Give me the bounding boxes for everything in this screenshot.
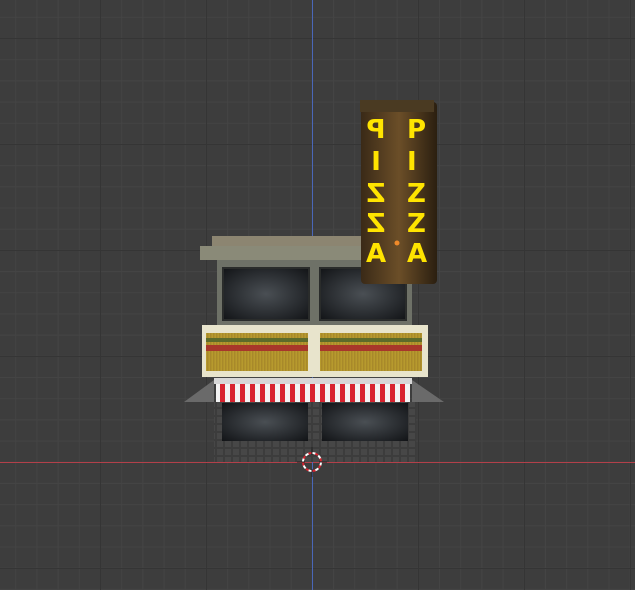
sign-letter-mirrored: Z: [367, 179, 386, 209]
sign-letter: Z: [407, 179, 426, 209]
pizza-vertical-sign: PIZZAPIZZA: [360, 100, 437, 284]
shop-window-left: [222, 403, 308, 441]
sign-letter-mirrored: P: [366, 115, 385, 145]
sign-letter-mirrored: Z: [367, 209, 386, 239]
scene-render[interactable]: PIZZAPIZZA: [0, 0, 635, 590]
sign-letter-mirrored: I: [371, 147, 381, 177]
awning: [184, 378, 444, 402]
roof-cornice: [200, 236, 365, 260]
object-origin-icon: [394, 240, 400, 246]
sign-letter-mirrored: A: [366, 239, 386, 269]
sign-letter: Z: [407, 209, 426, 239]
3d-viewport[interactable]: PIZZAPIZZA: [0, 0, 635, 590]
shop-window-right: [322, 403, 408, 441]
sign-letter: A: [407, 239, 427, 269]
sign-letter: I: [407, 147, 417, 177]
sign-letter: P: [407, 115, 426, 145]
shop-sign-band: [202, 325, 428, 377]
upper-window-left: [222, 267, 310, 321]
